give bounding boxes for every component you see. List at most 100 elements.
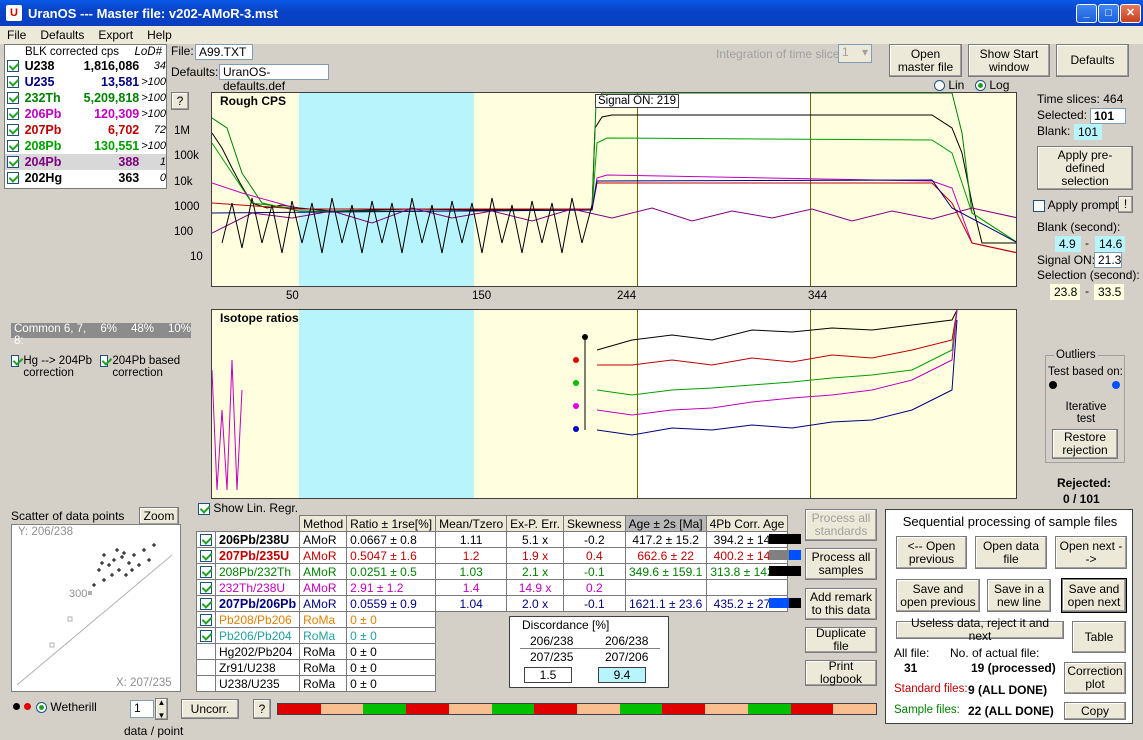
- show-lin-regr-checkbox[interactable]: Show Lin. Regr.: [198, 501, 298, 515]
- blue-dot-icon[interactable]: [1112, 381, 1120, 389]
- blk-row[interactable]: U235 13,581 >100: [5, 74, 166, 90]
- results-row[interactable]: Hg202/Pb204 RoMa 0 ± 0: [196, 643, 788, 660]
- process-samples-button[interactable]: Process all samples: [805, 548, 877, 580]
- blank-from-field[interactable]: 4.9: [1055, 236, 1081, 252]
- minimize-button[interactable]: _: [1076, 4, 1097, 23]
- row-checkbox[interactable]: [196, 675, 216, 692]
- copy-button[interactable]: Copy: [1064, 702, 1126, 720]
- results-row[interactable]: Pb208/Pb206 RoMa 0 ± 0: [196, 611, 788, 628]
- apply-prompt-help-button[interactable]: !: [1118, 196, 1133, 213]
- open-data-file-button[interactable]: Open data file: [975, 536, 1047, 569]
- isotope-ratio-plot[interactable]: Isotope ratios: [211, 309, 1017, 499]
- results-row[interactable]: 207Pb/235U AMoR 0.5047 ± 1.6 1.2 1.9 x 0.4 662…: [196, 547, 789, 564]
- results-row[interactable]: 208Pb/232Th AMoR 0.0251 ± 0.5 1.03 2.1 x -0.1…: [196, 563, 789, 580]
- results-row[interactable]: Zr91/U238 RoMa 0 ± 0: [196, 659, 788, 676]
- results-row[interactable]: 232Th/238U AMoR 2.91 ± 1.2 1.4 14.9 x 0.2: [196, 579, 789, 596]
- checkbox-icon[interactable]: [7, 108, 19, 120]
- log-radio[interactable]: Log: [975, 78, 1009, 92]
- row-checkbox[interactable]: [196, 579, 216, 596]
- correction-plot-button[interactable]: Correction plot: [1064, 662, 1126, 694]
- lin-radio[interactable]: Lin: [934, 78, 964, 92]
- checkbox-icon[interactable]: [7, 60, 19, 72]
- checkbox-icon[interactable]: [7, 172, 19, 184]
- process-standards-button[interactable]: Process all standards: [805, 509, 877, 541]
- open-master-button[interactable]: Open master file: [889, 44, 962, 77]
- scatter-plot[interactable]: Y: 206/238 X: 207/235 300: [11, 524, 181, 692]
- wetherill-radio[interactable]: Wetherill: [36, 700, 97, 714]
- menu-defaults[interactable]: Defaults: [33, 28, 91, 42]
- save-open-previous-button[interactable]: Save and open previous: [896, 579, 980, 612]
- uncorr-button[interactable]: Uncorr.: [181, 699, 239, 719]
- defaults-field[interactable]: UranOS-defaults.def: [219, 64, 329, 93]
- checkbox-icon[interactable]: [7, 156, 19, 168]
- row-checkbox[interactable]: [196, 547, 216, 564]
- integration-select[interactable]: 1 ▾: [838, 44, 872, 63]
- apply-prompt-checkbox[interactable]: Apply prompt: [1033, 198, 1118, 212]
- results-row[interactable]: 206Pb/238U AMoR 0.0667 ± 0.8 1.11 5.1 x -0.2 4…: [196, 531, 789, 548]
- help-button[interactable]: ?: [171, 92, 189, 110]
- ratio-name: Pb208/Pb206: [214, 611, 301, 628]
- apply-predefined-button[interactable]: Apply pre-defined selection: [1037, 146, 1133, 190]
- y-tick-10k: 10k: [174, 176, 193, 188]
- checkbox-icon[interactable]: [7, 140, 19, 152]
- checkbox-icon: [200, 550, 212, 563]
- close-button[interactable]: ✕: [1120, 4, 1141, 23]
- data-per-point-spinner[interactable]: ▲ ▼: [155, 698, 168, 720]
- blk-row[interactable]: U238 1,816,086 34: [5, 58, 166, 74]
- blank-to-field[interactable]: 14.6: [1095, 236, 1125, 252]
- menu-file[interactable]: File: [0, 28, 33, 42]
- skewness-cell: 0.2: [562, 579, 626, 596]
- selection-from-field[interactable]: 23.8: [1050, 284, 1080, 300]
- blk-row[interactable]: 232Th 5,209,818 >100: [5, 90, 166, 106]
- row-checkbox[interactable]: [196, 563, 216, 580]
- reject-next-button[interactable]: Useless data, reject it and next: [896, 617, 1064, 643]
- duplicate-file-button[interactable]: Duplicate file: [805, 627, 877, 653]
- save-new-line-button[interactable]: Save in a new line: [987, 579, 1051, 612]
- row-checkbox[interactable]: [196, 643, 216, 660]
- blk-row[interactable]: 206Pb 120,309 >100: [5, 106, 166, 122]
- row-checkbox[interactable]: [196, 627, 216, 644]
- results-row[interactable]: Pb206/Pb204 RoMa 0 ± 0: [196, 627, 788, 644]
- app-icon: U: [6, 5, 22, 21]
- data-per-point-field[interactable]: 1: [130, 700, 154, 718]
- file-field[interactable]: A99.TXT: [195, 44, 253, 60]
- bar-indicator-3: [769, 566, 801, 576]
- table-button[interactable]: Table: [1072, 621, 1126, 653]
- results-row[interactable]: U238/U235 RoMa 0 ± 0: [196, 675, 788, 692]
- save-open-next-button[interactable]: Save and open next: [1061, 578, 1127, 613]
- rough-cps-plot[interactable]: Rough CPS Signal ON: 219: [211, 92, 1017, 287]
- zoom-button[interactable]: Zoom: [139, 507, 179, 525]
- results-row[interactable]: 207Pb/206Pb AMoR 0.0559 ± 0.9 1.04 2.0 x -0.1…: [196, 595, 789, 612]
- row-checkbox[interactable]: [196, 659, 216, 676]
- pb204-correction-checkbox[interactable]: 204Pb based correction: [100, 355, 190, 379]
- checkbox-icon[interactable]: [7, 92, 19, 104]
- red-dot-icon[interactable]: [24, 703, 31, 710]
- open-previous-button[interactable]: <-- Open previous: [896, 536, 967, 569]
- selection-to-field[interactable]: 33.5: [1094, 284, 1124, 300]
- disc-h1b: 207/235: [530, 650, 574, 664]
- help-button-2[interactable]: ?: [253, 699, 271, 719]
- restore-rejection-button[interactable]: Restore rejection: [1052, 429, 1118, 459]
- open-next-button[interactable]: Open next -->: [1055, 536, 1127, 569]
- print-logbook-button[interactable]: Print logbook: [805, 660, 877, 686]
- row-checkbox[interactable]: [196, 531, 216, 548]
- show-start-button[interactable]: Show Start window: [968, 44, 1050, 77]
- timeslices-value: 464: [1103, 92, 1124, 106]
- menu-export[interactable]: Export: [91, 28, 140, 42]
- defaults-button[interactable]: Defaults: [1056, 44, 1129, 77]
- maximize-button[interactable]: □: [1098, 4, 1119, 23]
- black-dot-icon[interactable]: [13, 703, 20, 710]
- row-checkbox[interactable]: [196, 611, 216, 628]
- menu-help[interactable]: Help: [140, 28, 179, 42]
- row-checkbox[interactable]: [196, 595, 216, 612]
- checkbox-icon[interactable]: [7, 124, 19, 136]
- black-dot-icon[interactable]: [1049, 381, 1057, 389]
- add-remark-button[interactable]: Add remark to this data: [805, 588, 877, 620]
- checkbox-icon[interactable]: [7, 76, 19, 88]
- hg-correction-checkbox[interactable]: Hg --> 204Pb correction: [11, 355, 101, 379]
- blk-row[interactable]: 202Hg 363 0: [5, 170, 166, 186]
- blk-row[interactable]: 207Pb 6,702 72: [5, 122, 166, 138]
- blk-row[interactable]: 208Pb 130,551 >100: [5, 138, 166, 154]
- blk-row[interactable]: 204Pb 388 1: [5, 154, 166, 170]
- signal-on-field[interactable]: 21.3: [1094, 252, 1122, 268]
